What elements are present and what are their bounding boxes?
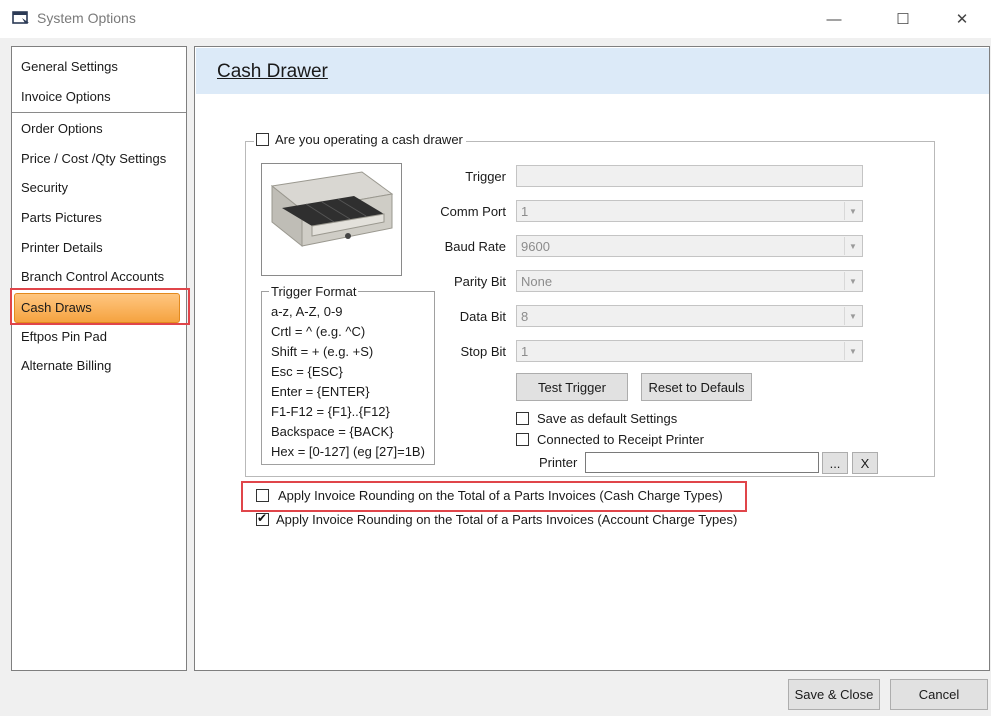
stop-bit-select[interactable]: 1 ▼	[516, 340, 863, 362]
comm-port-select[interactable]: 1 ▼	[516, 200, 863, 222]
comm-port-label: Comm Port	[440, 204, 506, 219]
trigger-format-line: Esc = {ESC}	[271, 364, 343, 379]
rounding-account-checkbox[interactable]: Apply Invoice Rounding on the Total of a…	[256, 511, 738, 527]
sidebar-item-printer-details[interactable]: Printer Details	[21, 240, 103, 255]
sidebar-item-alternate-billing[interactable]: Alternate Billing	[21, 358, 111, 373]
sidebar-item-price-cost-qty[interactable]: Price / Cost /Qty Settings	[21, 151, 166, 166]
stop-bit-label: Stop Bit	[460, 344, 506, 359]
trigger-label: Trigger	[465, 169, 506, 184]
checkbox-icon[interactable]	[516, 433, 529, 446]
maximize-button[interactable]: ☐	[880, 0, 926, 38]
window-title: System Options	[37, 10, 136, 26]
printer-label: Printer	[539, 455, 578, 470]
parity-bit-label: Parity Bit	[453, 274, 506, 289]
save-default-settings-label: Save as default Settings	[537, 411, 678, 426]
minimize-icon: —	[826, 10, 842, 28]
baud-rate-select[interactable]: 9600 ▼	[516, 235, 863, 257]
minimize-button[interactable]: —	[811, 0, 857, 38]
cash-drawer-icon	[270, 171, 394, 248]
app-icon	[12, 11, 29, 24]
trigger-format-line: Enter = {ENTER}	[271, 384, 370, 399]
maximize-icon: ☐	[896, 11, 910, 28]
checkbox-icon[interactable]	[516, 412, 529, 425]
sidebar-item-order-options[interactable]: Order Options	[21, 121, 103, 136]
data-bit-label: Data Bit	[459, 309, 506, 324]
printer-input[interactable]	[585, 452, 819, 473]
test-trigger-button[interactable]: Test Trigger	[516, 373, 628, 401]
close-icon: ✕	[955, 11, 969, 28]
sidebar-divider	[12, 112, 186, 113]
trigger-format-line: Backspace = {BACK}	[271, 424, 394, 439]
sidebar-item-branch-control-accounts[interactable]: Branch Control Accounts	[21, 269, 164, 284]
rounding-cash-checkbox[interactable]: Apply Invoice Rounding on the Total of a…	[256, 488, 723, 503]
trigger-format-line: a-z, A-Z, 0-9	[271, 304, 343, 319]
baud-rate-label: Baud Rate	[444, 239, 506, 254]
rounding-account-label: Apply Invoice Rounding on the Total of a…	[276, 512, 738, 527]
page-title: Cash Drawer	[217, 61, 328, 82]
save-close-button[interactable]: Save & Close	[788, 679, 880, 710]
chevron-down-icon[interactable]: ▼	[844, 237, 861, 255]
sidebar-highlight-outline	[10, 288, 190, 325]
reset-defaults-button[interactable]: Reset to Defauls	[641, 373, 752, 401]
checkbox-checked-icon[interactable]	[256, 511, 269, 526]
chevron-down-icon[interactable]: ▼	[844, 307, 861, 325]
chevron-down-icon[interactable]: ▼	[844, 202, 861, 220]
trigger-input[interactable]	[516, 165, 863, 187]
trigger-format-line: F1-F12 = {F1}..{F12}	[271, 404, 390, 419]
trigger-format-line: Shift = + (e.g. +S)	[271, 344, 374, 359]
trigger-format-title: Trigger Format	[269, 284, 359, 299]
sidebar-item-general-settings[interactable]: General Settings	[21, 59, 118, 74]
sidebar: General Settings Invoice Options Order O…	[11, 46, 187, 671]
trigger-format-line: Hex = [0-127] (eg [27]=1B)	[271, 444, 425, 459]
operating-cash-drawer-label: Are you operating a cash drawer	[275, 132, 463, 147]
cancel-button[interactable]: Cancel	[890, 679, 988, 710]
checkbox-icon[interactable]	[256, 489, 269, 502]
header-band: Cash Drawer	[196, 48, 989, 94]
baud-rate-value: 9600	[521, 239, 550, 254]
sidebar-item-invoice-options[interactable]: Invoice Options	[21, 89, 111, 104]
parity-bit-select[interactable]: None ▼	[516, 270, 863, 292]
connected-receipt-printer-checkbox[interactable]: Connected to Receipt Printer	[516, 432, 704, 447]
parity-bit-value: None	[521, 274, 553, 289]
data-bit-select[interactable]: 8 ▼	[516, 305, 863, 327]
cash-drawer-image	[261, 163, 402, 276]
clear-printer-button[interactable]: X	[852, 452, 878, 474]
checkbox-icon[interactable]	[256, 133, 269, 146]
rounding-cash-label: Apply Invoice Rounding on the Total of a…	[278, 488, 723, 503]
operating-cash-drawer-checkbox[interactable]: Are you operating a cash drawer	[254, 132, 466, 147]
comm-port-value: 1	[521, 204, 529, 219]
stop-bit-value: 1	[521, 344, 529, 359]
sidebar-item-eftpos-pin-pad[interactable]: Eftpos Pin Pad	[21, 329, 107, 344]
connected-receipt-printer-label: Connected to Receipt Printer	[537, 432, 704, 447]
sidebar-item-security[interactable]: Security	[21, 180, 68, 195]
save-default-settings-checkbox[interactable]: Save as default Settings	[516, 411, 677, 426]
close-button[interactable]: ✕	[939, 0, 985, 38]
chevron-down-icon[interactable]: ▼	[844, 342, 861, 360]
trigger-format-line: Crtl = ^ (e.g. ^C)	[271, 324, 366, 339]
browse-printer-button[interactable]: ...	[822, 452, 848, 474]
sidebar-item-parts-pictures[interactable]: Parts Pictures	[21, 210, 102, 225]
chevron-down-icon[interactable]: ▼	[844, 272, 861, 290]
data-bit-value: 8	[521, 309, 529, 324]
